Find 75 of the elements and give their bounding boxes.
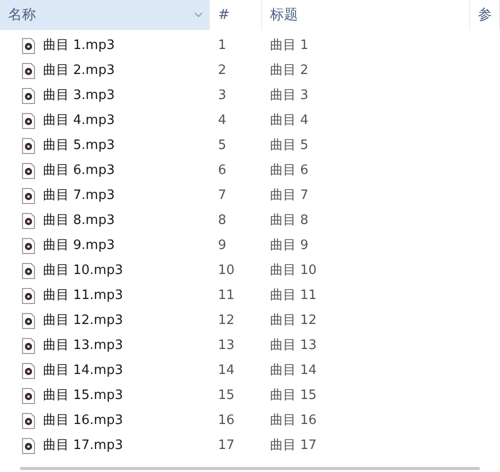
audio-file-icon (22, 62, 35, 78)
audio-file-icon (22, 362, 35, 378)
file-name[interactable]: 曲目 12.mp3 (43, 310, 123, 330)
file-name[interactable]: 曲目 6.mp3 (43, 160, 115, 180)
track-number: 2 (218, 62, 226, 78)
file-name[interactable]: 曲目 14.mp3 (43, 360, 123, 380)
track-title: 曲目 3 (270, 88, 308, 103)
file-name[interactable]: 曲目 13.mp3 (43, 336, 123, 356)
track-number: 14 (218, 362, 235, 378)
audio-file-icon (22, 238, 35, 254)
track-number: 11 (218, 288, 235, 303)
audio-file-icon (22, 38, 35, 54)
track-title: 曲目 2 (270, 62, 308, 78)
audio-file-icon (22, 112, 35, 128)
track-number: 10 (218, 262, 235, 278)
audio-file-icon (22, 338, 35, 354)
column-label: 参 (478, 6, 492, 24)
track-number: 4 (218, 112, 226, 128)
file-name[interactable]: 曲目 17.mp3 (43, 436, 123, 456)
audio-file-icon (22, 88, 35, 104)
track-number: 16 (218, 412, 235, 428)
audio-file-icon (22, 188, 35, 204)
track-title: 曲目 8 (270, 212, 308, 228)
file-name[interactable]: 曲目 11.mp3 (43, 286, 123, 306)
track-title: 曲目 14 (270, 362, 317, 378)
track-number: 1 (218, 38, 226, 53)
horizontal-scrollbar[interactable] (20, 467, 480, 470)
file-name[interactable]: 曲目 2.mp3 (43, 60, 115, 80)
file-name[interactable]: 曲目 5.mp3 (43, 136, 115, 156)
audio-file-icon (22, 388, 35, 404)
chevron-down-icon (194, 12, 203, 18)
audio-file-icon (22, 262, 35, 278)
file-name[interactable]: 曲目 4.mp3 (43, 110, 115, 130)
track-title: 曲目 5 (270, 138, 308, 153)
column-label: 标题 (270, 6, 298, 24)
file-name[interactable]: 曲目 3.mp3 (43, 86, 115, 106)
track-title: 曲目 13 (270, 338, 317, 353)
track-title: 曲目 17 (270, 438, 317, 453)
file-name[interactable]: 曲目 8.mp3 (43, 210, 115, 230)
track-title: 曲目 9 (270, 238, 308, 253)
track-number: 15 (218, 388, 235, 403)
file-name[interactable]: 曲目 7.mp3 (43, 186, 115, 206)
column-label: # (218, 6, 230, 24)
track-title: 曲目 7 (270, 188, 308, 203)
track-number: 7 (218, 188, 226, 203)
audio-file-icon (22, 438, 35, 454)
file-name[interactable]: 曲目 1.mp3 (43, 36, 115, 56)
audio-file-icon (22, 138, 35, 154)
audio-file-icon (22, 162, 35, 178)
track-number: 9 (218, 238, 226, 253)
column-label: 名称 (8, 6, 36, 24)
file-name[interactable]: 曲目 10.mp3 (43, 260, 123, 280)
audio-file-icon (22, 312, 35, 328)
track-number: 5 (218, 138, 226, 153)
track-title: 曲目 6 (270, 162, 308, 178)
track-number: 13 (218, 338, 235, 353)
track-number: 6 (218, 162, 226, 178)
track-number: 8 (218, 212, 226, 228)
audio-file-icon (22, 412, 35, 428)
track-title: 曲目 11 (270, 288, 317, 303)
track-title: 曲目 10 (270, 262, 317, 278)
file-name[interactable]: 曲目 9.mp3 (43, 236, 115, 256)
audio-file-icon (22, 288, 35, 304)
track-title: 曲目 15 (270, 388, 317, 403)
track-title: 曲目 16 (270, 412, 317, 428)
track-title: 曲目 12 (270, 312, 317, 328)
track-number: 17 (218, 438, 235, 453)
track-number: 12 (218, 312, 235, 328)
file-name[interactable]: 曲目 16.mp3 (43, 410, 123, 430)
column-header[interactable]: 名称 (0, 0, 210, 30)
track-title: 曲目 1 (270, 38, 308, 53)
file-name[interactable]: 曲目 15.mp3 (43, 386, 123, 406)
track-title: 曲目 4 (270, 112, 308, 128)
track-number: 3 (218, 88, 226, 103)
audio-file-icon (22, 212, 35, 228)
